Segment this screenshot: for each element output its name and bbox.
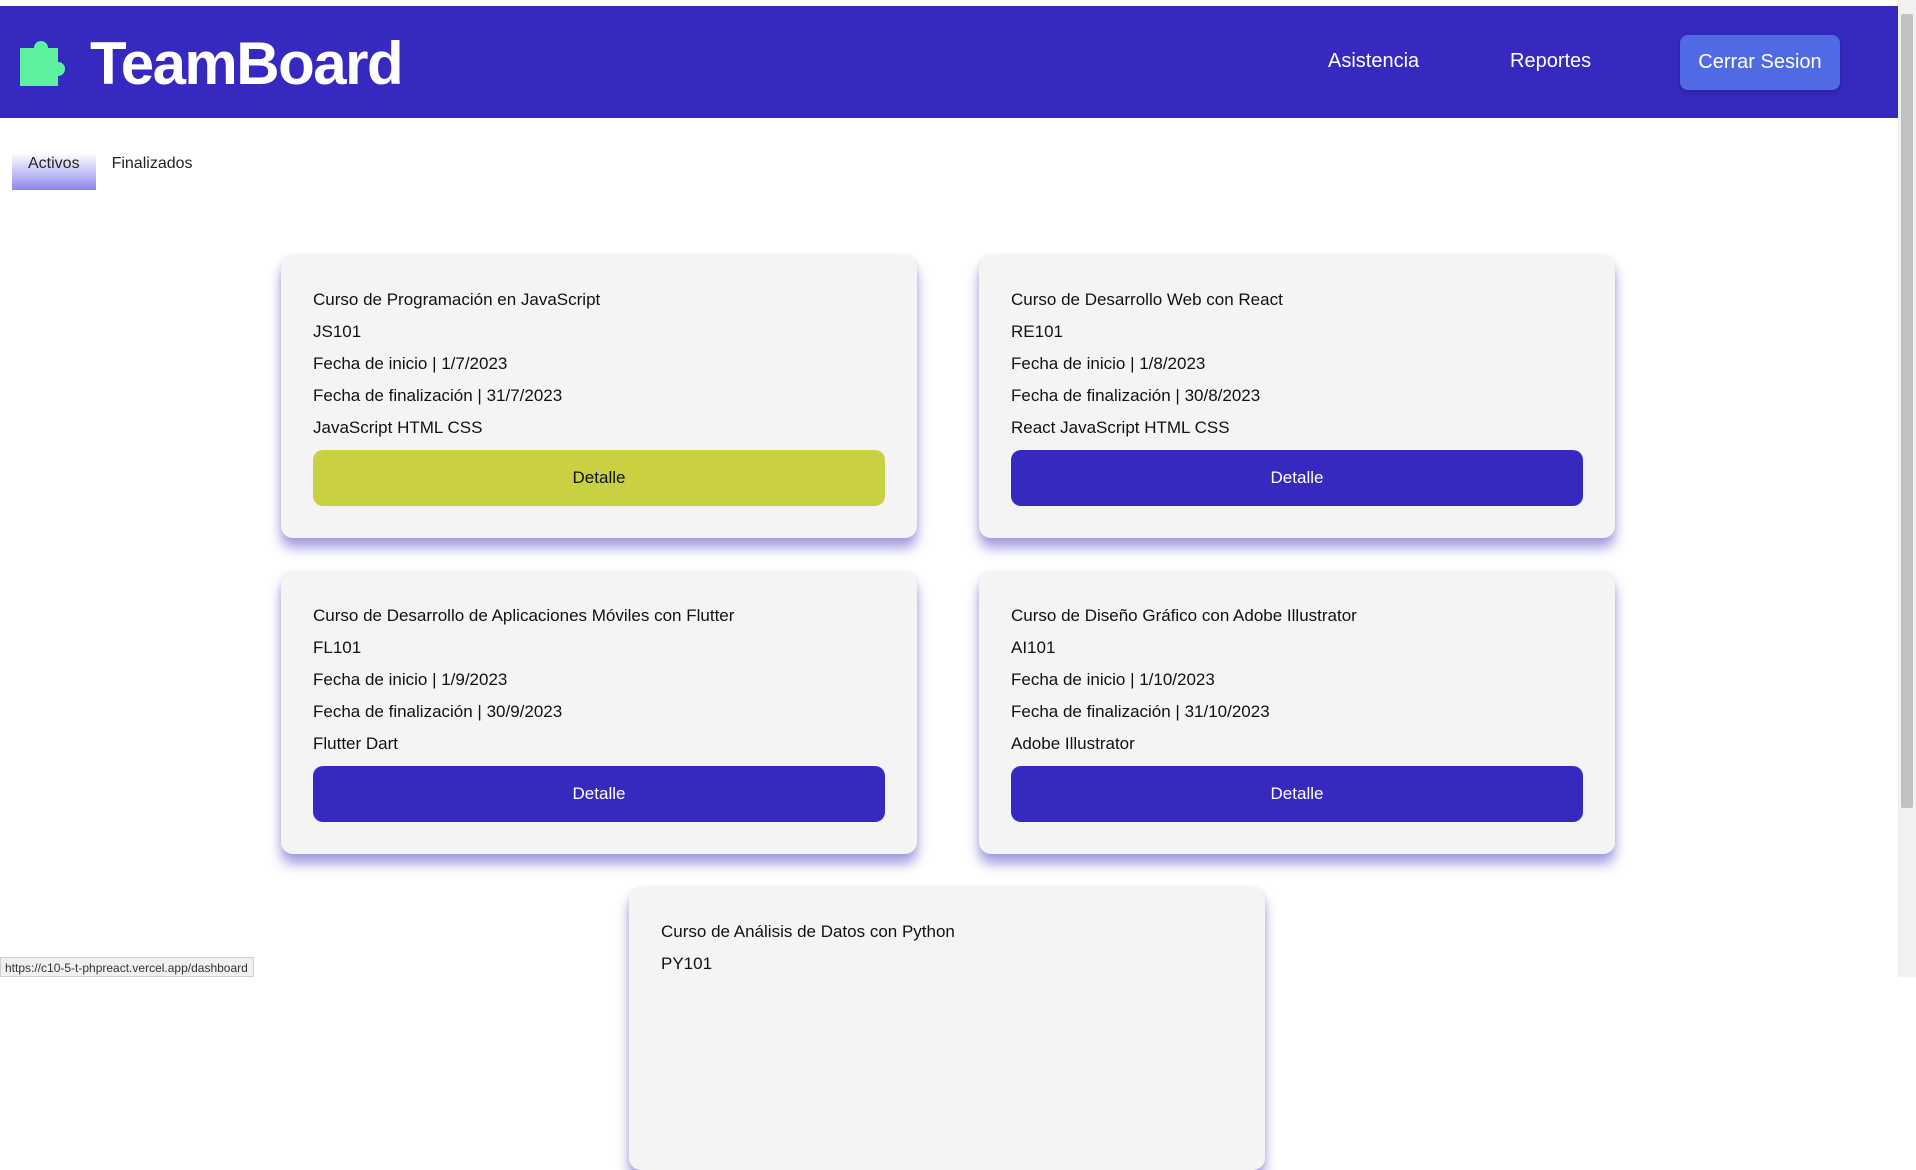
app-header: TeamBoard Asistencia Reportes Cerrar Ses… (0, 6, 1898, 118)
browser-status-url: https://c10-5-t-phpreact.vercel.app/dash… (0, 957, 254, 977)
course-technologies: Flutter Dart (313, 734, 399, 753)
nav-reportes[interactable]: Reportes (1510, 50, 1591, 73)
course-code: AI101 (1011, 638, 1056, 657)
course-card: Curso de Programación en JavaScript JS10… (281, 256, 917, 538)
course-card: Curso de Análisis de Datos con Python PY… (629, 888, 1265, 1170)
logout-button[interactable]: Cerrar Sesion (1680, 35, 1840, 90)
course-start-date: Fecha de inicio | 1/7/2023 (313, 354, 508, 373)
course-card: Curso de Desarrollo Web con React RE101 … (979, 256, 1615, 538)
course-code: RE101 (1011, 322, 1063, 341)
course-technologies: JavaScript HTML CSS (313, 418, 483, 437)
course-end-date: Fecha de finalización | 30/9/2023 (313, 702, 563, 721)
tab-activos[interactable]: Activos (12, 137, 96, 190)
course-code: JS101 (313, 322, 362, 341)
course-technologies: Adobe Illustrator (1011, 734, 1135, 753)
course-card: Curso de Diseño Gráfico con Adobe Illust… (979, 572, 1615, 854)
course-end-date: Fecha de finalización | 31/10/2023 (1011, 702, 1270, 721)
course-technologies: React JavaScript HTML CSS (1011, 418, 1230, 437)
course-start-date: Fecha de inicio | 1/8/2023 (1011, 354, 1206, 373)
nav-asistencia[interactable]: Asistencia (1328, 50, 1419, 73)
page-scrollbar-thumb[interactable] (1901, 14, 1913, 808)
brand-title[interactable]: TeamBoard (90, 28, 404, 100)
course-start-date: Fecha de inicio | 1/9/2023 (313, 670, 508, 689)
puzzle-piece-icon (20, 41, 65, 86)
course-status-tabs: Activos Finalizados (12, 137, 209, 190)
course-code: PY101 (661, 954, 713, 973)
course-code: FL101 (313, 638, 362, 657)
course-end-date: Fecha de finalización | 31/7/2023 (313, 386, 563, 405)
course-title: Curso de Desarrollo de Aplicaciones Móvi… (313, 606, 735, 625)
detail-button[interactable]: Detalle (1011, 450, 1583, 506)
course-start-date: Fecha de inicio | 1/10/2023 (1011, 670, 1215, 689)
detail-button[interactable]: Detalle (1011, 766, 1583, 822)
course-title: Curso de Desarrollo Web con React (1011, 290, 1283, 309)
course-card: Curso de Desarrollo de Aplicaciones Móvi… (281, 572, 917, 854)
detail-button[interactable]: Detalle (313, 450, 885, 506)
course-title: Curso de Diseño Gráfico con Adobe Illust… (1011, 606, 1357, 625)
course-title: Curso de Programación en JavaScript (313, 290, 601, 309)
course-title: Curso de Análisis de Datos con Python (661, 922, 955, 941)
course-end-date: Fecha de finalización | 30/8/2023 (1011, 386, 1261, 405)
tab-finalizados[interactable]: Finalizados (96, 137, 209, 190)
detail-button[interactable]: Detalle (313, 766, 885, 822)
